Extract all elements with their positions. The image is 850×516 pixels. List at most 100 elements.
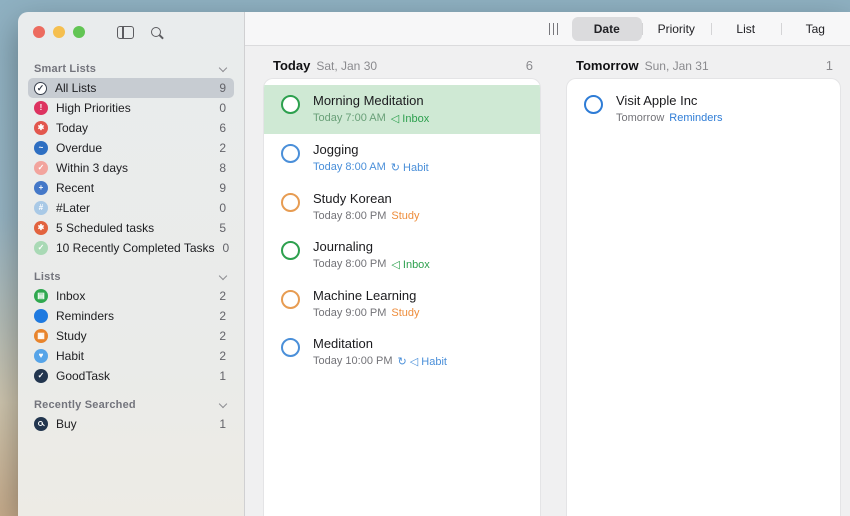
column-date: Sun, Jan 31	[645, 59, 709, 73]
search-history-icon	[34, 417, 48, 431]
sidebar-item-later[interactable]: # #Later 0	[28, 198, 234, 218]
recently-searched-title: Recently Searched	[34, 399, 136, 411]
scheduled-tasks-icon: ✱	[34, 221, 48, 235]
item-count: 2	[219, 141, 226, 155]
toggle-sidebar-icon[interactable]	[117, 26, 134, 39]
search-icon[interactable]	[151, 27, 161, 37]
sidebar-item-today[interactable]: ✱ Today 6	[28, 118, 234, 138]
item-count: 9	[219, 181, 226, 195]
task-title: Machine Learning	[313, 288, 420, 303]
task-subtitle: Today 7:00 AM ◁ Inbox	[313, 112, 429, 125]
main-area: Date Priority List Tag Today Sat, Jan 30…	[245, 12, 850, 516]
sidebar-item-within-3-days[interactable]: ✓ Within 3 days 8	[28, 158, 234, 178]
minimize-button[interactable]	[53, 26, 65, 38]
task-complete-circle[interactable]	[281, 290, 300, 309]
recent-icon: +	[34, 181, 48, 195]
task-complete-circle[interactable]	[281, 144, 300, 163]
tomorrow-column-header: Tomorrow Sun, Jan 31 1	[566, 46, 841, 78]
task-subtitle: Today 9:00 PM Study	[313, 307, 420, 319]
item-label: Overdue	[56, 141, 102, 155]
item-label: High Priorities	[56, 101, 131, 115]
close-button[interactable]	[33, 26, 45, 38]
sidebar-lists: Smart Lists ✓ All Lists 9 ! High Priorit…	[18, 52, 244, 434]
item-label: Within 3 days	[56, 161, 128, 175]
task-row-journaling[interactable]: Journaling Today 8:00 PM ◁ Inbox	[264, 231, 540, 280]
task-complete-circle[interactable]	[281, 193, 300, 212]
sidebar-item-goodtask[interactable]: ✓ GoodTask 1	[28, 366, 234, 386]
chevron-down-icon[interactable]	[219, 399, 227, 407]
toolbar: Date Priority List Tag	[245, 12, 850, 46]
sidebar-item-all-lists[interactable]: ✓ All Lists 9	[28, 78, 234, 98]
column-title: Today	[273, 58, 310, 73]
sidebar-item-habit[interactable]: ♥ Habit 2	[28, 346, 234, 366]
sidebar-item-buy[interactable]: Buy 1	[28, 414, 234, 434]
item-count: 2	[219, 289, 226, 303]
column-title: Tomorrow	[576, 58, 639, 73]
sidebar-item-high-priorities[interactable]: ! High Priorities 0	[28, 98, 234, 118]
item-label: Study	[56, 329, 87, 343]
task-time: Tomorrow	[616, 112, 664, 124]
task-complete-circle[interactable]	[281, 241, 300, 260]
chevron-down-icon[interactable]	[219, 63, 227, 71]
sidebar-item-reminders[interactable]: Reminders 2	[28, 306, 234, 326]
item-count: 2	[219, 349, 226, 363]
section-recently-searched: Recently Searched Buy 1	[28, 396, 234, 434]
item-count: 1	[219, 369, 226, 383]
sidebar-item-scheduled-tasks[interactable]: ✱ 5 Scheduled tasks 5	[28, 218, 234, 238]
chevron-down-icon[interactable]	[219, 271, 227, 279]
recently-completed-icon: ✓	[34, 241, 48, 255]
all-lists-icon: ✓	[34, 82, 47, 95]
zoom-button[interactable]	[73, 26, 85, 38]
tab-priority[interactable]: Priority	[642, 17, 712, 41]
task-list-badge: Study	[391, 210, 419, 222]
item-count: 9	[219, 81, 226, 95]
sidebar-item-study[interactable]: ▦ Study 2	[28, 326, 234, 346]
column-date: Sat, Jan 30	[316, 59, 377, 73]
task-row-meditation[interactable]: Meditation Today 10:00 PM ↻ ◁ Habit	[264, 328, 540, 377]
tab-date[interactable]: Date	[572, 17, 642, 41]
inbox-icon: ▤	[34, 289, 48, 303]
task-title: Study Korean	[313, 191, 420, 206]
columns-view-icon[interactable]	[549, 23, 559, 35]
task-time: Today 9:00 PM	[313, 307, 386, 319]
item-label: All Lists	[55, 81, 96, 95]
item-label: 5 Scheduled tasks	[56, 221, 154, 235]
task-time: Today 10:00 PM	[313, 355, 393, 368]
section-smart-lists: Smart Lists ✓ All Lists 9 ! High Priorit…	[28, 60, 234, 258]
task-row-machine-learning[interactable]: Machine Learning Today 9:00 PM Study	[264, 280, 540, 328]
recently-searched-header[interactable]: Recently Searched	[28, 396, 234, 414]
section-lists: Lists ▤ Inbox 2 Reminders 2 ▦ Study 2	[28, 268, 234, 386]
smart-lists-header[interactable]: Smart Lists	[28, 60, 234, 78]
task-complete-circle[interactable]	[281, 95, 300, 114]
task-row-study-korean[interactable]: Study Korean Today 8:00 PM Study	[264, 183, 540, 231]
task-subtitle: Today 8:00 PM ◁ Inbox	[313, 258, 430, 271]
item-label: Inbox	[56, 289, 85, 303]
app-window: Smart Lists ✓ All Lists 9 ! High Priorit…	[18, 12, 850, 516]
task-row-jogging[interactable]: Jogging Today 8:00 AM ↻ Habit	[264, 134, 540, 183]
sidebar-item-overdue[interactable]: ~ Overdue 2	[28, 138, 234, 158]
tab-list[interactable]: List	[711, 17, 781, 41]
sidebar-item-recent[interactable]: + Recent 9	[28, 178, 234, 198]
task-complete-circle[interactable]	[281, 338, 300, 357]
today-column-header: Today Sat, Jan 30 6	[263, 46, 541, 78]
column-count: 6	[526, 58, 533, 73]
sidebar-item-recently-completed[interactable]: ✓ 10 Recently Completed Tasks 0	[28, 238, 234, 258]
study-icon: ▦	[34, 329, 48, 343]
lists-header[interactable]: Lists	[28, 268, 234, 286]
tab-tag[interactable]: Tag	[781, 17, 850, 41]
item-count: 1	[219, 417, 226, 431]
item-count: 8	[219, 161, 226, 175]
task-row-visit-apple-inc[interactable]: Visit Apple Inc Tomorrow Reminders	[567, 85, 840, 133]
task-time: Today 7:00 AM	[313, 112, 386, 125]
today-icon: ✱	[34, 121, 48, 135]
sidebar-item-inbox[interactable]: ▤ Inbox 2	[28, 286, 234, 306]
item-count: 5	[219, 221, 226, 235]
board: Today Sat, Jan 30 6 Morning Meditation T…	[245, 46, 850, 516]
task-complete-circle[interactable]	[584, 95, 603, 114]
high-priorities-icon: !	[34, 101, 48, 115]
item-count: 2	[219, 309, 226, 323]
item-count: 0	[219, 201, 226, 215]
view-mode-segmented-control: Date Priority List Tag	[572, 12, 850, 46]
task-row-morning-meditation[interactable]: Morning Meditation Today 7:00 AM ◁ Inbox	[264, 85, 540, 134]
item-count: 0	[223, 241, 230, 255]
